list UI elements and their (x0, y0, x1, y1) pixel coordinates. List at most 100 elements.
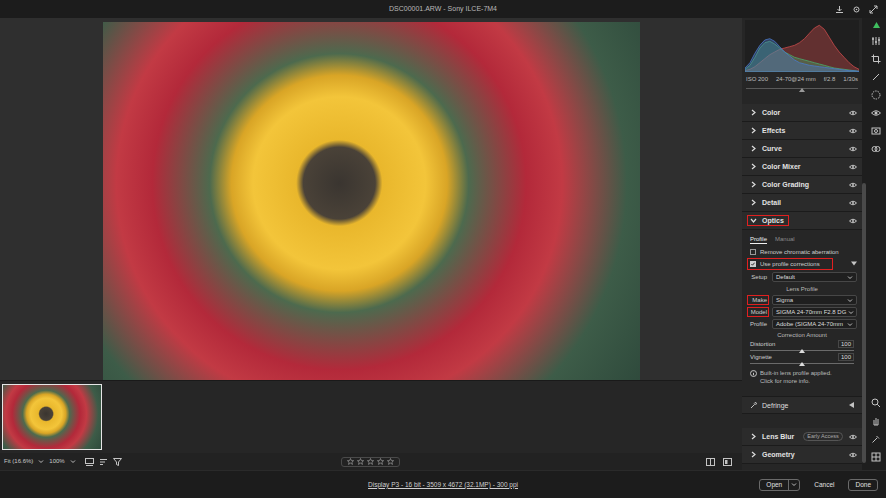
star-rating[interactable] (341, 457, 400, 467)
checkbox[interactable] (750, 249, 756, 255)
slider-track[interactable] (750, 348, 854, 353)
star-icon[interactable] (387, 458, 394, 465)
section-header[interactable]: Color (742, 104, 862, 122)
eye-icon[interactable] (849, 218, 857, 224)
filmstrip-thumbnail[interactable] (2, 384, 102, 450)
dropdown-icon[interactable] (848, 310, 854, 315)
done-button[interactable]: Done (848, 479, 878, 491)
lens-profile-note[interactable]: Built-in lens profile applied. Click for… (742, 366, 862, 388)
divider-handle-icon[interactable] (799, 88, 805, 92)
button-label[interactable]: Done (855, 480, 871, 490)
eye-icon[interactable] (849, 110, 857, 116)
chevron-right-icon[interactable] (750, 127, 757, 134)
chevron-down-icon[interactable] (750, 217, 757, 224)
chevron-right-icon[interactable] (750, 109, 757, 116)
clipping-warning-icon[interactable] (873, 22, 880, 28)
eye-icon[interactable] (849, 182, 857, 188)
zoom-level[interactable]: Fit (16.6%) (4, 457, 33, 466)
slider-thumb-icon[interactable] (799, 362, 805, 366)
checkbox-label[interactable]: Remove chromatic aberration (760, 248, 839, 256)
toggle-view-icon[interactable] (723, 458, 732, 466)
grid-icon[interactable] (871, 452, 881, 462)
dropdown-icon[interactable] (791, 482, 797, 487)
slider-value[interactable]: 100 (838, 353, 854, 361)
section-label[interactable]: Curve (762, 144, 782, 153)
healing-icon[interactable] (871, 72, 881, 82)
tab[interactable]: Profile (750, 235, 767, 244)
zoom-preset[interactable]: 100% (49, 457, 64, 466)
eye-icon[interactable] (849, 452, 857, 458)
section-label[interactable]: Effects (762, 126, 785, 135)
star-icon[interactable] (347, 458, 354, 465)
section-label[interactable]: Detail (762, 198, 781, 207)
gear-icon[interactable] (852, 5, 861, 14)
chevron-right-icon[interactable] (750, 199, 757, 206)
open-options[interactable] (788, 480, 799, 490)
section-label[interactable]: Color Grading (762, 180, 809, 189)
section-header[interactable]: Effects (742, 122, 862, 140)
expand-icon[interactable] (849, 402, 854, 408)
before-after-icon[interactable] (706, 458, 715, 466)
section-header[interactable]: Curve (742, 140, 862, 158)
hand-icon[interactable] (871, 416, 881, 426)
photo[interactable] (103, 22, 640, 380)
eye-icon[interactable] (849, 164, 857, 170)
section-header[interactable]: Color Mixer (742, 158, 862, 176)
dropdown-icon[interactable] (847, 298, 853, 303)
section-label[interactable]: Lens Blur (762, 432, 794, 441)
section-label[interactable]: Optics (762, 216, 784, 225)
section-header[interactable]: Detail (742, 194, 862, 212)
eye-icon[interactable] (849, 434, 857, 440)
checkbox[interactable] (750, 261, 756, 267)
eye-icon[interactable] (849, 200, 857, 206)
section-label[interactable]: Color (762, 108, 780, 117)
lens-field-dropdown[interactable]: Sigma (772, 295, 857, 305)
red-eye-icon[interactable] (871, 108, 881, 118)
filter-icon[interactable] (113, 458, 122, 466)
masking-icon[interactable] (871, 90, 881, 100)
zoom-icon[interactable] (871, 398, 881, 408)
button-label[interactable]: Cancel (814, 480, 834, 490)
slider-thumb-icon[interactable] (799, 349, 805, 353)
open-button[interactable]: Open (759, 479, 800, 491)
fullscreen-icon[interactable] (869, 5, 878, 14)
sort-icon[interactable] (99, 458, 108, 466)
star-icon[interactable] (367, 458, 374, 465)
star-icon[interactable] (377, 458, 384, 465)
section-header[interactable]: Lens BlurEarly Access (742, 428, 862, 446)
chevron-right-icon[interactable] (750, 163, 757, 170)
dropdown-icon[interactable] (847, 322, 853, 327)
eye-icon[interactable] (849, 128, 857, 134)
section-label[interactable]: Geometry (762, 450, 795, 459)
section-header[interactable]: Optics (742, 212, 862, 230)
slider-track[interactable] (750, 361, 854, 366)
defringe-row[interactable]: Defringe (742, 396, 862, 414)
chevron-right-icon[interactable] (750, 433, 757, 440)
section-header[interactable]: Color Grading (742, 176, 862, 194)
setup-dropdown[interactable]: Default (772, 272, 857, 282)
slider-value[interactable]: 100 (838, 340, 854, 348)
color-sampler-icon[interactable] (871, 434, 881, 444)
cancel-button[interactable]: Cancel (810, 479, 838, 491)
dropdown-icon[interactable] (70, 459, 76, 464)
section-label[interactable]: Color Mixer (762, 162, 801, 171)
dropdown-icon[interactable] (38, 459, 44, 464)
tab[interactable]: Manual (775, 235, 795, 244)
eye-icon[interactable] (849, 146, 857, 152)
dropdown-icon[interactable] (847, 275, 853, 280)
section-header[interactable]: Geometry (742, 446, 862, 464)
note-text[interactable]: Built-in lens profile applied. Click for… (760, 369, 844, 385)
workflow-options-link[interactable]: Display P3 - 16 bit - 3509 x 4672 (32.1M… (368, 480, 518, 490)
chevron-right-icon[interactable] (750, 145, 757, 152)
crop-icon[interactable] (871, 54, 881, 64)
lens-field-dropdown[interactable]: SIGMA 24-70mm F2.8 DG (772, 307, 857, 317)
presets-icon[interactable] (871, 144, 881, 154)
chevron-right-icon[interactable] (750, 451, 757, 458)
filmstrip-options-icon[interactable] (85, 458, 94, 466)
lens-field-dropdown[interactable]: Adobe (SIGMA 24-70mm (772, 319, 857, 329)
button-label[interactable]: Open (760, 480, 788, 490)
star-icon[interactable] (357, 458, 364, 465)
checkbox-label[interactable]: Use profile corrections (760, 260, 820, 268)
chevron-right-icon[interactable] (750, 181, 757, 188)
eyedropper-icon[interactable] (750, 402, 757, 409)
